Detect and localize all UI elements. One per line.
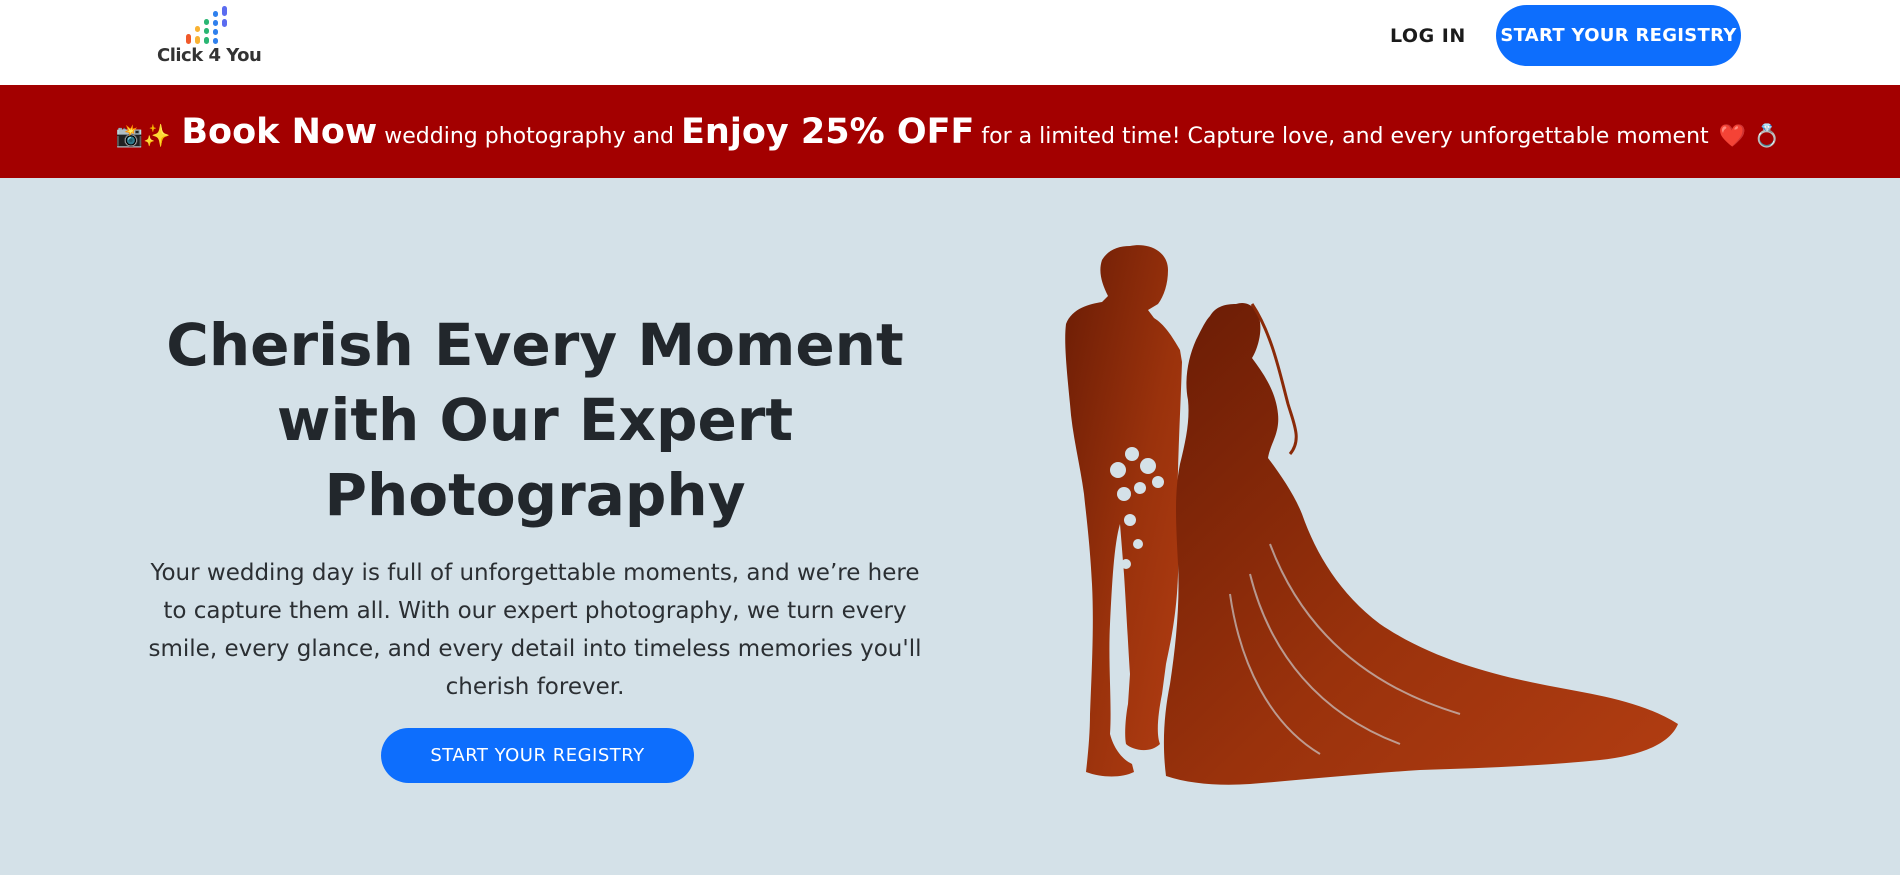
logo-text: Click 4 You (157, 45, 262, 66)
promo-book-now: Book Now (181, 111, 378, 152)
hero-description: Your wedding day is full of unforgettabl… (148, 560, 922, 700)
promo-message: 📸✨ Book Now wedding photography and Enjo… (116, 112, 1785, 152)
hero-section: Cherish Every Moment with Our Expert Pho… (0, 178, 1900, 875)
logo[interactable]: Click 4 You (157, 6, 262, 68)
promo-banner: 📸✨ Book Now wedding photography and Enjo… (0, 85, 1900, 178)
login-link[interactable]: LOG IN (1390, 24, 1466, 48)
promo-text-1: wedding photography and (384, 123, 674, 149)
camera-sparkles-icon: 📸✨ (115, 123, 171, 149)
navbar: Click 4 You LOG IN START YOUR REGISTRY (0, 0, 1900, 85)
promo-offer: Enjoy 25% OFF (681, 111, 975, 152)
promo-text-2: for a limited time! Capture love, and ev… (981, 123, 1709, 149)
hero-title: Cherish Every Moment with Our Expert Pho… (166, 311, 904, 529)
start-registry-nav-button[interactable]: START YOUR REGISTRY (1496, 5, 1741, 66)
heart-ring-icon: ❤️ 💍 (1718, 123, 1781, 149)
wedding-couple-silhouette-icon (1065, 245, 1678, 785)
logo-bars-icon (186, 6, 227, 44)
start-registry-hero-button[interactable]: START YOUR REGISTRY (381, 728, 694, 783)
